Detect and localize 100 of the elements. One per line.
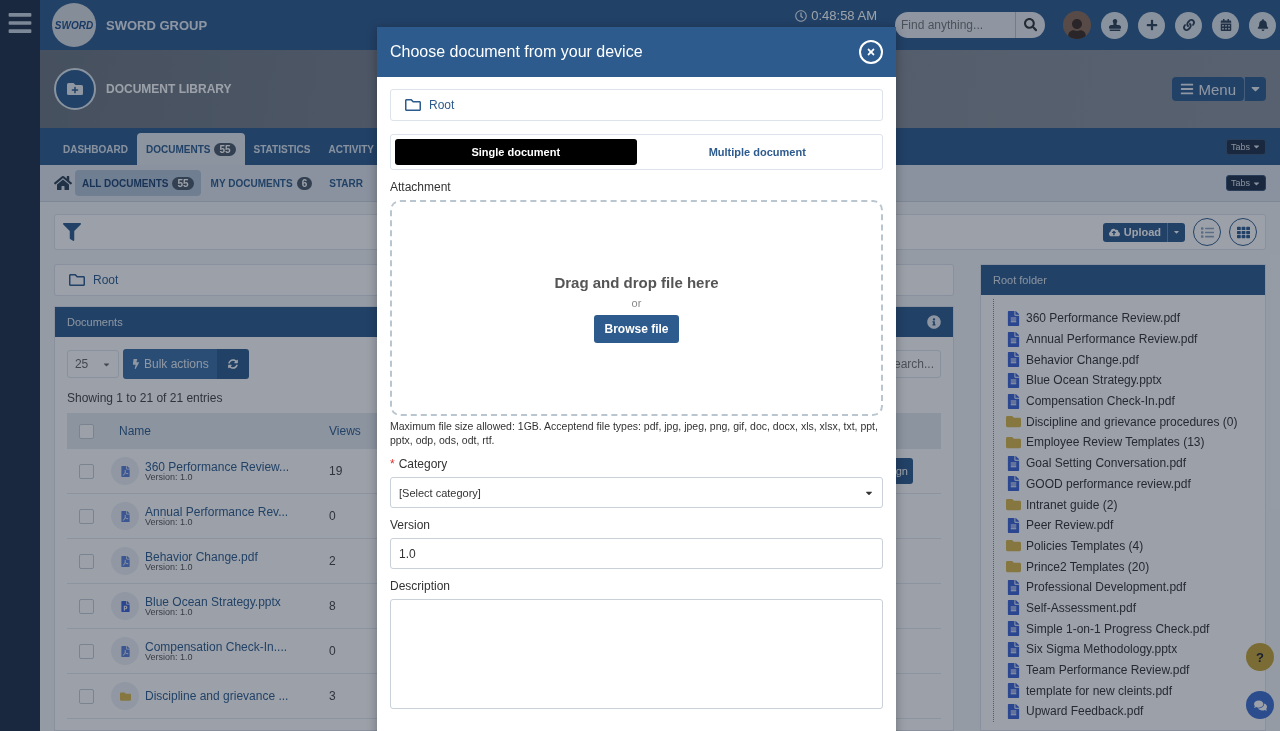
folder-icon <box>1006 559 1021 575</box>
menu-button[interactable]: Menu <box>1172 77 1244 101</box>
tree-item[interactable]: Policies Templates (4) <box>1026 538 1144 553</box>
sub-tab[interactable]: MY DOCUMENTS 6 <box>203 170 320 196</box>
search-button[interactable] <box>1015 12 1045 38</box>
list-icon <box>1200 225 1214 239</box>
close-button[interactable] <box>859 40 883 64</box>
search-icon <box>1023 18 1038 32</box>
tree-item[interactable]: Employee Review Templates (13) <box>1026 435 1205 450</box>
filter-icon[interactable] <box>63 223 81 241</box>
help-button[interactable]: ? <box>1246 643 1274 671</box>
tree-item[interactable]: Peer Review.pdf <box>1026 518 1114 533</box>
tree-item[interactable]: Professional Development.pdf <box>1026 580 1187 595</box>
pdf-file-icon <box>119 465 131 477</box>
tree-item[interactable]: template for new cleints.pdf <box>1026 683 1173 698</box>
grid-view-button[interactable] <box>1229 218 1257 246</box>
user-avatar[interactable] <box>1063 11 1091 39</box>
description-field[interactable] <box>390 599 883 710</box>
chat-button[interactable] <box>1246 691 1274 719</box>
document-name[interactable]: Annual Performance Rev... <box>145 505 289 518</box>
row-checkbox[interactable] <box>79 688 94 704</box>
tab[interactable]: DOCUMENTS 55 <box>137 133 245 165</box>
row-checkbox[interactable] <box>79 643 94 659</box>
document-name[interactable]: Compensation Check-In.... <box>145 640 288 653</box>
document-version: Version: 1.0 <box>145 652 193 662</box>
file-icon <box>1006 455 1021 471</box>
tree-item[interactable]: Simple 1-on-1 Progress Check.pdf <box>1026 621 1210 636</box>
tree-item[interactable]: Intranet guide (2) <box>1026 497 1118 512</box>
document-name[interactable]: Behavior Change.pdf <box>145 550 258 563</box>
info-icon[interactable] <box>927 315 941 329</box>
file-icon <box>1006 517 1021 533</box>
tree-item[interactable]: Behavior Change.pdf <box>1026 352 1139 367</box>
calendar-button[interactable] <box>1212 11 1239 39</box>
mode-tab[interactable]: Single document <box>395 139 637 165</box>
or-text: or <box>631 296 642 309</box>
row-checkbox[interactable] <box>79 463 94 479</box>
sub-tab[interactable]: STARR <box>322 170 370 196</box>
folder-plus-icon <box>54 68 96 110</box>
upload-dropdown-button[interactable] <box>1167 222 1185 242</box>
tree-item[interactable]: GOOD performance review.pdf <box>1026 476 1191 491</box>
file-icon <box>1006 662 1021 678</box>
stamp-button[interactable] <box>1101 11 1128 39</box>
tab[interactable]: ACTIVITY <box>319 133 383 165</box>
tree-item[interactable]: Discipline and grievance procedures (0) <box>1026 414 1238 429</box>
select-all-checkbox[interactable] <box>79 423 94 439</box>
breadcrumb-link[interactable]: Root <box>429 98 455 112</box>
menu-icon <box>1180 82 1195 96</box>
tabs-dropdown[interactable]: Tabs <box>1226 138 1266 155</box>
views-count: 3 <box>328 689 337 703</box>
dialog-title: Choose document from your device <box>390 43 643 61</box>
tree-item[interactable]: Self-Assessment.pdf <box>1026 600 1137 615</box>
tree-item[interactable]: Blue Ocean Strategy.pptx <box>1026 373 1162 388</box>
tree-item[interactable]: Compensation Check-In.pdf <box>1026 394 1175 409</box>
refresh-button[interactable] <box>216 349 249 379</box>
home-icon[interactable] <box>54 174 72 192</box>
tree-item[interactable]: 360 Performance Review.pdf <box>1026 311 1181 326</box>
column-header[interactable]: Views <box>321 424 381 438</box>
drop-zone[interactable]: Drag and drop file here or Browse file <box>390 200 883 416</box>
tree-item[interactable]: Goal Setting Conversation.pdf <box>1026 456 1187 471</box>
file-icon <box>1006 331 1021 347</box>
row-checkbox[interactable] <box>79 553 94 569</box>
menu-dropdown-button[interactable] <box>1244 77 1266 101</box>
browse-file-button[interactable]: Browse file <box>594 314 679 343</box>
add-button[interactable] <box>1138 11 1165 39</box>
row-checkbox[interactable] <box>79 598 94 614</box>
tree-item[interactable]: Upward Feedback.pdf <box>1026 704 1144 719</box>
tabs-dropdown[interactable]: Tabs <box>1226 175 1266 191</box>
link-button[interactable] <box>1175 11 1202 39</box>
breadcrumb-link[interactable]: Root <box>93 273 119 287</box>
person-silhouette-icon <box>1067 19 1087 39</box>
category-select[interactable]: [Select category] <box>390 477 883 509</box>
folder-icon <box>405 97 421 113</box>
list-view-button[interactable] <box>1193 218 1221 246</box>
mode-tab[interactable]: Multiple document <box>636 139 878 165</box>
document-name[interactable]: Blue Ocean Strategy.pptx <box>145 595 281 608</box>
search-field[interactable]: Find anything... <box>895 12 1015 38</box>
page-size-select[interactable]: 25 <box>67 350 119 378</box>
tree-item[interactable]: Six Sigma Methodology.pptx <box>1026 642 1178 657</box>
tree-item[interactable]: Prince2 Templates (20) <box>1026 559 1150 574</box>
column-header[interactable]: Name <box>111 424 321 438</box>
tree-item[interactable]: Annual Performance Review.pdf <box>1026 332 1198 347</box>
upload-button[interactable]: Upload <box>1102 222 1167 242</box>
bulk-actions-button[interactable]: Bulk actions <box>123 349 217 379</box>
row-checkbox[interactable] <box>79 508 94 524</box>
notifications-button[interactable] <box>1249 11 1276 39</box>
views-count: 19 <box>328 464 344 478</box>
file-icon <box>1006 600 1021 616</box>
document-name[interactable]: Discipline and grievance ... <box>145 690 289 702</box>
tree-item[interactable]: Team Performance Review.pdf <box>1026 663 1190 678</box>
count-badge: 55 <box>214 142 236 156</box>
file-icon <box>1006 579 1021 595</box>
required-mark: * <box>390 457 395 472</box>
sub-tab[interactable]: ALL DOCUMENTS 55 <box>75 170 201 196</box>
version-field[interactable]: 1.0 <box>390 538 883 570</box>
page-title: DOCUMENT LIBRARY <box>106 82 232 96</box>
tab[interactable]: DASHBOARD <box>54 133 137 165</box>
menu-icon[interactable] <box>7 10 33 36</box>
document-name[interactable]: 360 Performance Review... <box>145 460 290 473</box>
tab[interactable]: STATISTICS <box>244 133 320 165</box>
pdf-file-icon <box>119 555 131 567</box>
